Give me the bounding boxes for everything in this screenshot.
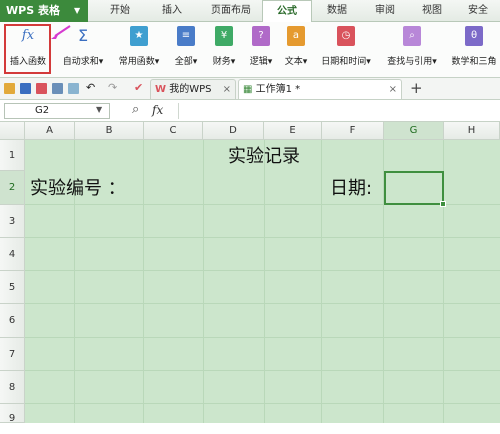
column-header-a[interactable]: A bbox=[25, 122, 75, 140]
quick-toolbar: ↶ ↷ ✔ W 我的WPS × ▦ 工作簿1 * × + bbox=[0, 78, 500, 100]
logical-button[interactable]: ? 逻辑▾ bbox=[245, 26, 277, 76]
menu-bar: WPS 表格 ▼ 开始 插入 页面布局 公式 数据 审阅 视图 安全 bbox=[0, 0, 500, 23]
open-folder-icon[interactable] bbox=[4, 83, 15, 94]
new-tab-icon[interactable]: + bbox=[410, 79, 423, 97]
name-box-value: G2 bbox=[35, 105, 50, 116]
row-header-2[interactable]: 2 bbox=[0, 171, 25, 205]
ribbon: fx 插入函数 Σ 自动求和▾ ★ 常用函数▾ ≡ 全部▾ ¥ 财务▾ ? 逻辑… bbox=[0, 22, 500, 78]
tab-formulas[interactable]: 公式 bbox=[262, 0, 312, 23]
formula-bar: G2 ▼ ⌕ fx bbox=[0, 100, 500, 122]
column-header-c[interactable]: C bbox=[144, 122, 203, 140]
row-header-5[interactable]: 5 bbox=[0, 271, 25, 304]
export-pdf-icon[interactable] bbox=[36, 83, 47, 94]
text-book-icon: a bbox=[287, 26, 305, 46]
math-trig-button[interactable]: θ 数学和三角 bbox=[448, 26, 500, 76]
print-preview-icon[interactable] bbox=[68, 83, 79, 94]
name-box[interactable]: G2 bbox=[4, 103, 110, 119]
app-title: WPS 表格 bbox=[6, 4, 60, 17]
chevron-down-icon[interactable]: ▼ bbox=[96, 105, 102, 114]
wps-logo-icon: W bbox=[155, 84, 167, 95]
tab-data[interactable]: 数据 bbox=[314, 0, 360, 22]
lookup-reference-button[interactable]: ⌕ 查找与引用▾ bbox=[382, 26, 442, 76]
fill-handle[interactable] bbox=[440, 201, 446, 207]
chevron-down-icon: ▼ bbox=[74, 6, 81, 15]
function-fx-icon[interactable]: fx bbox=[152, 103, 163, 117]
column-header-h[interactable]: H bbox=[444, 122, 500, 140]
date-time-button[interactable]: ◷ 日期和时间▾ bbox=[316, 26, 376, 76]
select-all-corner[interactable] bbox=[0, 122, 25, 140]
tab-workbook1[interactable]: ▦ 工作簿1 * × bbox=[238, 79, 402, 99]
finance-book-icon: ¥ bbox=[215, 26, 233, 46]
tab-insert[interactable]: 插入 bbox=[148, 0, 196, 22]
redo-icon[interactable]: ↷ bbox=[108, 81, 117, 94]
pointer-arrow-icon bbox=[51, 25, 71, 39]
search-book-icon: ⌕ bbox=[403, 26, 421, 46]
active-cell-g2[interactable] bbox=[384, 171, 444, 205]
sheet-title-cell[interactable]: 实验记录 bbox=[228, 142, 300, 168]
close-icon[interactable]: × bbox=[223, 80, 231, 100]
close-icon[interactable]: × bbox=[389, 80, 397, 100]
tab-page-layout[interactable]: 页面布局 bbox=[200, 0, 262, 22]
question-book-icon: ? bbox=[252, 26, 270, 46]
row-header-6[interactable]: 6 bbox=[0, 304, 25, 338]
save-icon[interactable] bbox=[20, 83, 31, 94]
tab-security[interactable]: 安全 bbox=[456, 0, 500, 22]
row-header-8[interactable]: 8 bbox=[0, 371, 25, 404]
book-icon: ≡ bbox=[177, 26, 195, 46]
row-header-9[interactable]: 9 bbox=[0, 404, 25, 424]
financial-button[interactable]: ¥ 财务▾ bbox=[207, 26, 241, 76]
row-header-1[interactable]: 1 bbox=[0, 140, 25, 171]
row-header-3[interactable]: 3 bbox=[0, 205, 25, 238]
column-header-f[interactable]: F bbox=[322, 122, 384, 140]
zoom-icon[interactable]: ⌕ bbox=[132, 102, 139, 117]
tab-my-wps[interactable]: W 我的WPS × bbox=[150, 79, 236, 99]
selection-highlight bbox=[4, 24, 51, 74]
tab-label: 工作簿1 * bbox=[255, 84, 301, 95]
app-menu-button[interactable]: WPS 表格 ▼ bbox=[0, 0, 88, 22]
column-header-e[interactable]: E bbox=[264, 122, 322, 140]
tab-view[interactable]: 视图 bbox=[410, 0, 454, 22]
tab-home[interactable]: 开始 bbox=[96, 0, 144, 22]
math-book-icon: θ bbox=[465, 26, 483, 46]
experiment-number-label[interactable]: 实验编号 ： bbox=[30, 174, 126, 200]
spreadsheet-icon: ▦ bbox=[243, 84, 253, 95]
formula-input[interactable] bbox=[178, 103, 498, 119]
checkmark-icon[interactable]: ✔ bbox=[134, 81, 143, 94]
column-header-b[interactable]: B bbox=[75, 122, 144, 140]
common-functions-button[interactable]: ★ 常用函数▾ bbox=[113, 26, 165, 76]
column-header-d[interactable]: D bbox=[203, 122, 264, 140]
date-label[interactable]: 日期: bbox=[330, 174, 372, 200]
tab-review[interactable]: 审阅 bbox=[362, 0, 408, 22]
sigma-icon: Σ bbox=[77, 26, 89, 45]
star-book-icon: ★ bbox=[130, 26, 148, 46]
all-functions-button[interactable]: ≡ 全部▾ bbox=[169, 26, 203, 76]
clock-book-icon: ◷ bbox=[337, 26, 355, 46]
undo-icon[interactable]: ↶ bbox=[86, 81, 95, 94]
row-header-7[interactable]: 7 bbox=[0, 338, 25, 371]
print-icon[interactable] bbox=[52, 83, 63, 94]
tab-label: 我的WPS bbox=[169, 84, 212, 95]
text-button[interactable]: a 文本▾ bbox=[280, 26, 312, 76]
column-header-g[interactable]: G bbox=[384, 122, 444, 140]
row-header-4[interactable]: 4 bbox=[0, 238, 25, 271]
